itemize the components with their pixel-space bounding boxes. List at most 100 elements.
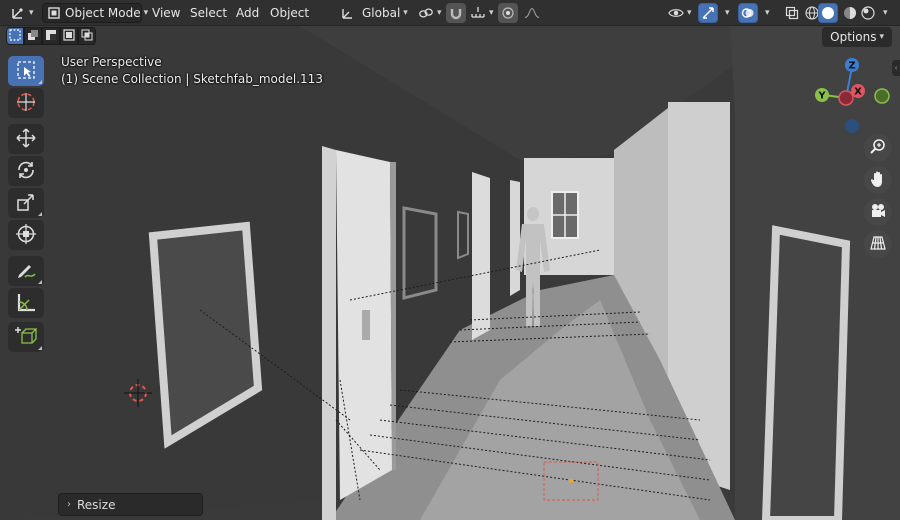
editor-type-button[interactable]: ▾ (6, 3, 38, 23)
door-2 (472, 172, 490, 340)
add-cube-icon (15, 325, 38, 350)
orientation-icon (340, 5, 356, 21)
rotate-icon (15, 159, 37, 184)
menu-add[interactable]: Add (232, 3, 263, 23)
pan-button[interactable] (864, 166, 892, 194)
options-label: Options (830, 30, 877, 44)
chevron-down-icon: ▾ (687, 8, 692, 18)
pivot-point-dropdown[interactable]: ▾ (414, 3, 446, 23)
tool-transform[interactable] (8, 220, 44, 250)
select-intersect-mode[interactable] (78, 27, 96, 45)
submenu-indicator (38, 212, 42, 216)
tool-measure[interactable] (8, 288, 44, 318)
select-invert-icon (63, 28, 75, 44)
select-extend-mode[interactable] (24, 27, 42, 45)
mode-dropdown[interactable]: Object Mode ▾ (42, 3, 148, 23)
annotate-pencil-icon (15, 259, 37, 284)
chevron-down-icon: ▾ (765, 8, 770, 18)
menu-view[interactable]: View (148, 3, 184, 23)
cursor-icon (15, 91, 37, 116)
hand-icon (869, 170, 887, 191)
viewport-header: ▾ Object Mode ▾ View Select Add Object G… (0, 0, 900, 26)
object-mode-icon (47, 5, 61, 21)
chevron-left-icon: ‹ (894, 64, 898, 72)
tool-annotate[interactable] (8, 256, 44, 286)
door-handle (362, 310, 370, 340)
rendered-sphere-icon (860, 5, 876, 21)
neg-z-axis-dot[interactable] (845, 119, 859, 133)
options-dropdown[interactable]: Options ▾ (822, 27, 892, 47)
x-axis-label: X (854, 87, 862, 98)
gizmo-dropdown[interactable]: ▾ (718, 3, 734, 23)
select-box-mode[interactable] (6, 27, 24, 45)
camera-view-button[interactable] (864, 198, 892, 226)
mode-label: Object Mode (65, 6, 141, 20)
pivot-link-icon (418, 5, 434, 21)
solid-sphere-icon (821, 5, 835, 21)
menu-object[interactable]: Object (266, 3, 313, 23)
collection-label: (1) Scene Collection | Sketchfab_model.1… (61, 72, 323, 86)
submenu-indicator (38, 280, 42, 284)
select-intersect-icon (81, 29, 93, 44)
select-subtract-icon (45, 29, 57, 44)
neg-x-axis-dot[interactable] (838, 90, 854, 106)
navigation-gizmo[interactable]: Z Y X (806, 56, 894, 138)
solid-shading-button[interactable] (818, 3, 838, 23)
door-3 (510, 180, 520, 296)
tool-select-box[interactable] (8, 56, 44, 86)
measure-ruler-icon (15, 291, 37, 316)
chevron-down-icon: ▾ (29, 8, 34, 18)
door-frame (322, 146, 336, 520)
tool-rotate[interactable] (8, 156, 44, 186)
select-mode-group (6, 27, 96, 47)
orientation-label: Global (362, 6, 401, 20)
falloff-dropdown[interactable] (520, 3, 544, 23)
3d-viewport[interactable]: Options ▾ ‹ User Perspective (1) Scene C… (0, 26, 900, 520)
z-axis-label: Z (848, 61, 855, 72)
select-extend-icon (27, 29, 39, 44)
overlays-dropdown[interactable]: ▾ (758, 3, 774, 23)
chevron-down-icon: ▾ (403, 8, 408, 18)
gizmo-toggle[interactable] (698, 3, 718, 23)
shading-dropdown[interactable]: ▾ (876, 3, 892, 23)
chevron-down-icon: ▾ (879, 32, 884, 42)
neg-y-axis-dot[interactable] (874, 88, 890, 104)
menu-select[interactable]: Select (186, 3, 231, 23)
snap-toggle[interactable] (446, 3, 466, 23)
zoom-magnifier-icon (869, 138, 887, 159)
magnet-icon (448, 5, 464, 21)
perspective-toggle-button[interactable] (864, 230, 892, 258)
chevron-down-icon: ▾ (489, 8, 494, 18)
zoom-button[interactable] (864, 134, 892, 162)
scene-render (0, 26, 900, 520)
chevron-right-icon: › (67, 499, 71, 510)
y-axis-label: Y (817, 91, 826, 102)
chevron-down-icon: ▾ (437, 8, 442, 18)
camera-icon (869, 202, 887, 223)
picture-frame-right (761, 225, 851, 520)
tool-add-cube[interactable] (8, 322, 44, 352)
operator-label: Resize (77, 497, 116, 512)
grid-perspective-icon (869, 234, 887, 255)
proportional-editing-icon (500, 5, 516, 21)
last-operator-panel[interactable]: › Resize (58, 493, 203, 516)
transform-icon (15, 223, 37, 248)
transform-orientation-dropdown[interactable]: Global ▾ (336, 3, 410, 23)
eye-icon (668, 5, 684, 21)
falloff-curve-icon (524, 5, 540, 21)
origin-point (569, 479, 573, 483)
submenu-indicator (38, 80, 42, 84)
visibility-dropdown[interactable]: ▾ (664, 3, 696, 23)
select-subtract-mode[interactable] (42, 27, 60, 45)
tool-move[interactable] (8, 124, 44, 154)
proportional-editing-toggle[interactable] (498, 3, 518, 23)
tool-scale[interactable] (8, 188, 44, 218)
move-icon (15, 127, 37, 152)
select-invert-mode[interactable] (60, 27, 78, 45)
snap-target-dropdown[interactable]: ▾ (466, 3, 498, 23)
overlays-toggle[interactable] (738, 3, 758, 23)
tool-cursor[interactable] (8, 88, 44, 118)
perspective-label: User Perspective (61, 55, 162, 69)
chevron-down-icon: ▾ (725, 8, 730, 18)
scale-icon (15, 191, 37, 216)
